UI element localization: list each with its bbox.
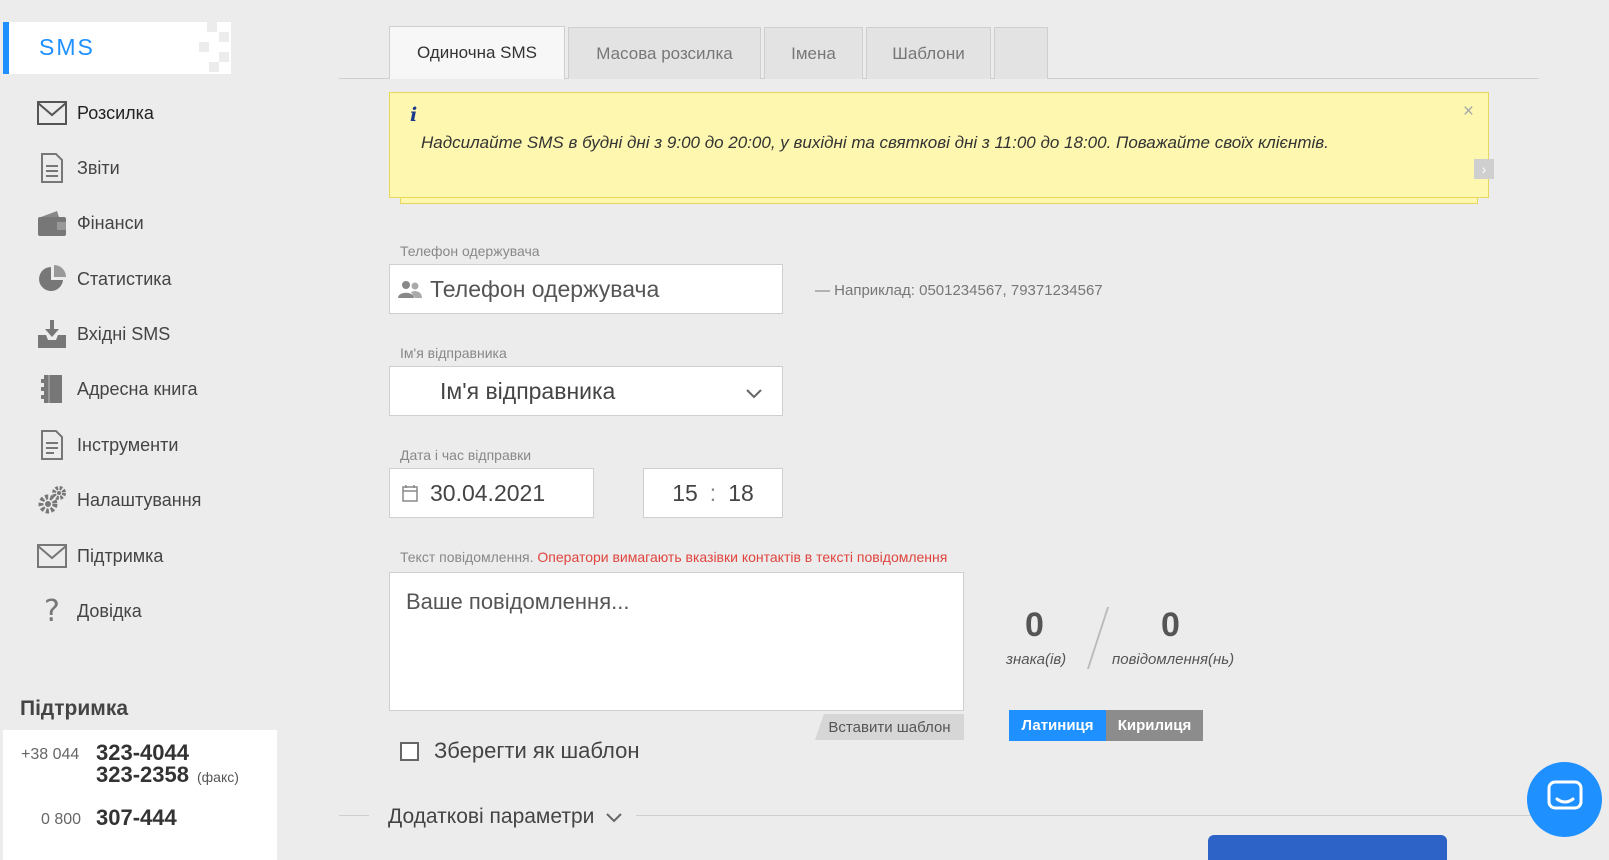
- contacts-icon: [390, 279, 430, 299]
- chevron-down-icon: [606, 805, 623, 829]
- tab-mass-mailing[interactable]: Масова розсилка: [568, 27, 761, 79]
- hour-value[interactable]: 15: [672, 480, 698, 507]
- time-separator: :: [709, 479, 717, 506]
- envelope-icon: [36, 98, 68, 128]
- phone-placeholder: Телефон одержувача: [430, 275, 660, 302]
- sidebar-item-help[interactable]: ? Довідка: [36, 593, 142, 629]
- sidebar-item-statistics[interactable]: Статистика: [36, 262, 172, 296]
- info-alert: i Надсилайте SMS в будні дні з 9:00 до 2…: [389, 92, 1494, 198]
- message-textarea[interactable]: Ваше повідомлення...: [389, 572, 964, 711]
- messages-count: 0: [1161, 606, 1180, 644]
- datetime-label: Дата і час відправки: [400, 447, 532, 463]
- chat-icon: [1547, 780, 1583, 819]
- chevron-down-icon: [746, 378, 762, 405]
- page: SMS Розсилка Звіти Фінанси Статистика Вх…: [0, 0, 1609, 860]
- alert-shadow: [400, 197, 1478, 204]
- save-template-label: Зберегти як шаблон: [434, 738, 640, 763]
- logo-text: SMS: [39, 34, 95, 60]
- support-contacts: +38 044 323-4044 323-2358 (факс) 0 800 3…: [3, 730, 277, 860]
- cyrillic-toggle[interactable]: Кирилиця: [1106, 710, 1203, 741]
- sidebar-item-tools[interactable]: Інструменти: [36, 428, 178, 462]
- gears-icon: [36, 485, 68, 515]
- chevron-right-icon[interactable]: ›: [1474, 159, 1494, 179]
- chat-widget-button[interactable]: [1527, 762, 1602, 837]
- tab-single-sms[interactable]: Одиночна SMS: [389, 26, 565, 79]
- tab-extra[interactable]: [994, 27, 1048, 79]
- phone-code: +38 044: [21, 746, 80, 763]
- extra-params-row: Додаткові параметри: [339, 805, 1539, 828]
- wallet-icon: [36, 208, 68, 238]
- fax-note: (факс): [197, 769, 239, 785]
- sender-select[interactable]: Ім'я відправника: [389, 366, 783, 416]
- sidebar-item-label: Вхідні SMS: [77, 323, 171, 344]
- sidebar-item-mailing[interactable]: Розсилка: [36, 96, 154, 130]
- tab-templates[interactable]: Шаблони: [866, 27, 991, 79]
- sidebar-item-finances[interactable]: Фінанси: [36, 206, 144, 240]
- info-icon: i: [410, 104, 418, 126]
- sender-label: Ім'я відправника: [400, 345, 507, 361]
- checkbox-box[interactable]: [400, 741, 419, 761]
- toll-free-number[interactable]: 307-444: [96, 805, 177, 831]
- alert-text: Надсилайте SMS в будні дні з 9:00 до 20:…: [421, 133, 1329, 152]
- latin-toggle[interactable]: Латиниця: [1009, 710, 1106, 741]
- calendar-icon: [390, 484, 430, 502]
- sidebar-item-label: Адресна книга: [77, 378, 198, 399]
- sidebar-item-label: Налаштування: [77, 489, 202, 510]
- date-input[interactable]: 30.04.2021: [389, 468, 594, 518]
- date-value: 30.04.2021: [430, 479, 546, 506]
- minute-value[interactable]: 18: [728, 480, 754, 507]
- sender-value: Ім'я відправника: [440, 377, 616, 404]
- sidebar-item-settings[interactable]: Налаштування: [36, 483, 201, 517]
- save-template-checkbox[interactable]: Зберегти як шаблон: [400, 738, 639, 764]
- messages-caption: повідомлення(нь): [1112, 651, 1235, 668]
- logo[interactable]: SMS: [3, 22, 231, 74]
- tab-names[interactable]: Імена: [764, 27, 863, 79]
- time-input[interactable]: 15 : 18: [643, 468, 783, 518]
- message-label: Текст повідомлення. Оператори вимагають …: [400, 549, 947, 565]
- close-icon[interactable]: ×: [1463, 101, 1474, 123]
- chat-panel[interactable]: [1208, 835, 1447, 860]
- sidebar-item-reports[interactable]: Звіти: [36, 151, 120, 185]
- support-title: Підтримка: [20, 697, 129, 720]
- pie-chart-icon: [36, 264, 68, 294]
- phone-label: Телефон одержувача: [400, 243, 540, 259]
- sidebar-item-address-book[interactable]: Адресна книга: [36, 372, 198, 406]
- counter-divider: [1086, 607, 1110, 669]
- sidebar-item-label: Підтримка: [77, 545, 164, 566]
- support-envelope-icon: [36, 541, 68, 571]
- address-book-icon: [36, 374, 68, 404]
- message-warning: Оператори вимагають вказівки контактів в…: [537, 549, 948, 565]
- sidebar-item-support[interactable]: Підтримка: [36, 539, 163, 573]
- extra-params-label: Додаткові параметри: [388, 805, 595, 828]
- phone-code: 0 800: [41, 811, 82, 828]
- chars-caption: знака(ів): [1006, 651, 1067, 668]
- question-icon: ?: [44, 593, 60, 629]
- extra-params-toggle[interactable]: Додаткові параметри: [388, 805, 623, 829]
- sidebar-item-label: Інструменти: [77, 434, 179, 455]
- phone-hint: — Наприклад: 0501234567, 79371234567: [815, 282, 1103, 299]
- tools-document-icon: [36, 430, 68, 460]
- chars-count: 0: [1025, 606, 1044, 644]
- fax-number[interactable]: 323-2358: [96, 762, 189, 788]
- insert-template-button[interactable]: Вставити шаблон: [815, 714, 964, 740]
- inbox-download-icon: [36, 319, 68, 349]
- sidebar-item-label: Розсилка: [77, 102, 154, 123]
- sidebar-item-label: Статистика: [77, 268, 172, 289]
- sidebar-item-label: Довідка: [77, 600, 142, 621]
- sidebar-item-label: Звіти: [77, 157, 120, 178]
- phone-input[interactable]: Телефон одержувача: [389, 264, 783, 314]
- document-icon: [36, 153, 68, 183]
- sidebar-item-label: Фінанси: [77, 212, 144, 233]
- message-label-text: Текст повідомлення.: [400, 549, 534, 565]
- sidebar-item-inbox[interactable]: Вхідні SMS: [36, 317, 170, 351]
